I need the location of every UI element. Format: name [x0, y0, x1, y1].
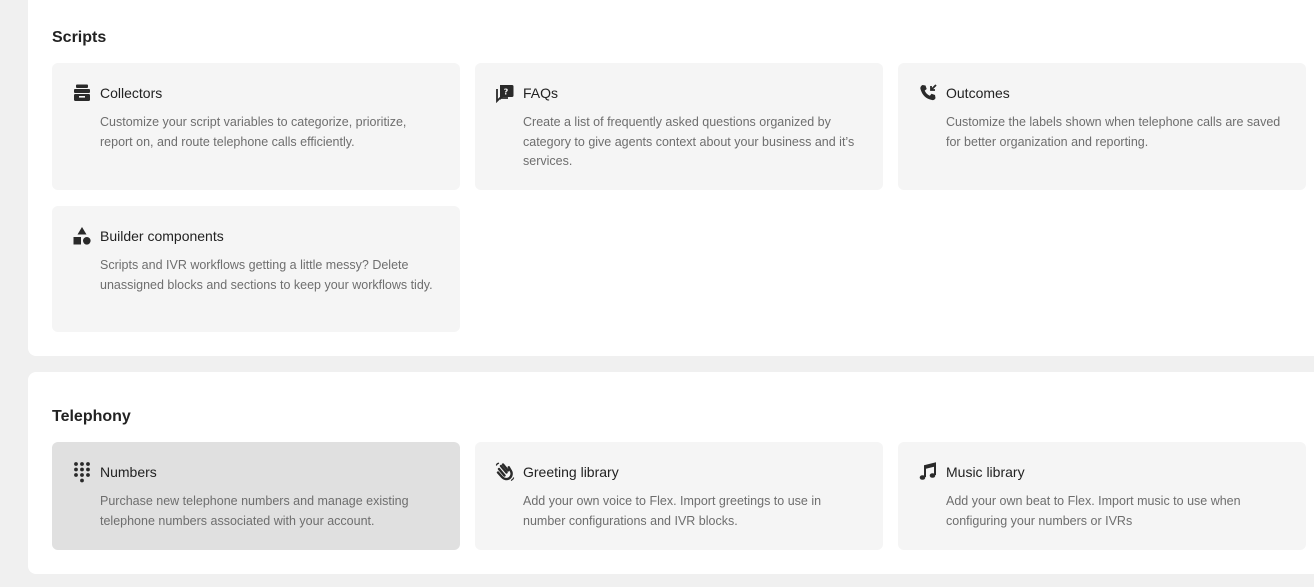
card-title: Numbers: [100, 464, 157, 480]
card-title: Collectors: [100, 85, 163, 101]
scripts-section: Scripts Collectors Customize your script…: [28, 0, 1314, 356]
card-title: Builder components: [100, 228, 224, 244]
scripts-section-title: Scripts: [52, 29, 107, 46]
svg-text:?: ?: [504, 88, 509, 97]
archive-box-icon: [71, 82, 93, 104]
faqs-card[interactable]: ? FAQs Create a list of frequently asked…: [475, 63, 883, 190]
waving-hand-icon: [494, 461, 516, 483]
music-library-card[interactable]: Music library Add your own beat to Flex.…: [898, 442, 1306, 550]
card-title: Greeting library: [523, 464, 619, 480]
chat-question-icon: ?: [494, 82, 516, 104]
dialpad-icon: [71, 461, 93, 483]
greeting-library-card[interactable]: Greeting library Add your own voice to F…: [475, 442, 883, 550]
outcomes-card[interactable]: Outcomes Customize the labels shown when…: [898, 63, 1306, 190]
card-description: Add your own voice to Flex. Import greet…: [523, 494, 822, 528]
numbers-card[interactable]: Numbers Purchase new telephone numbers a…: [52, 442, 460, 550]
card-description: Purchase new telephone numbers and manag…: [100, 494, 409, 528]
collectors-card[interactable]: Collectors Customize your script variabl…: [52, 63, 460, 190]
telephony-section: Telephony Numbers Purchase new telephone: [28, 372, 1314, 574]
card-title: FAQs: [523, 85, 559, 101]
card-description: Customize your script variables to categ…: [100, 115, 407, 149]
shapes-icon: [71, 225, 93, 247]
phone-incoming-icon: [917, 82, 939, 104]
card-description: Customize the labels shown when telephon…: [946, 115, 1281, 149]
music-note-icon: [917, 461, 939, 483]
card-description: Scripts and IVR workflows getting a litt…: [100, 258, 433, 292]
card-description: Add your own beat to Flex. Import music …: [946, 494, 1241, 528]
telephony-section-title: Telephony: [52, 408, 131, 425]
card-title: Outcomes: [946, 85, 1010, 101]
builder-components-card[interactable]: Builder components Scripts and IVR workf…: [52, 206, 460, 332]
card-title: Music library: [946, 464, 1025, 480]
card-description: Create a list of frequently asked questi…: [523, 115, 855, 168]
settings-page: Scripts Collectors Customize your script…: [0, 0, 1314, 587]
